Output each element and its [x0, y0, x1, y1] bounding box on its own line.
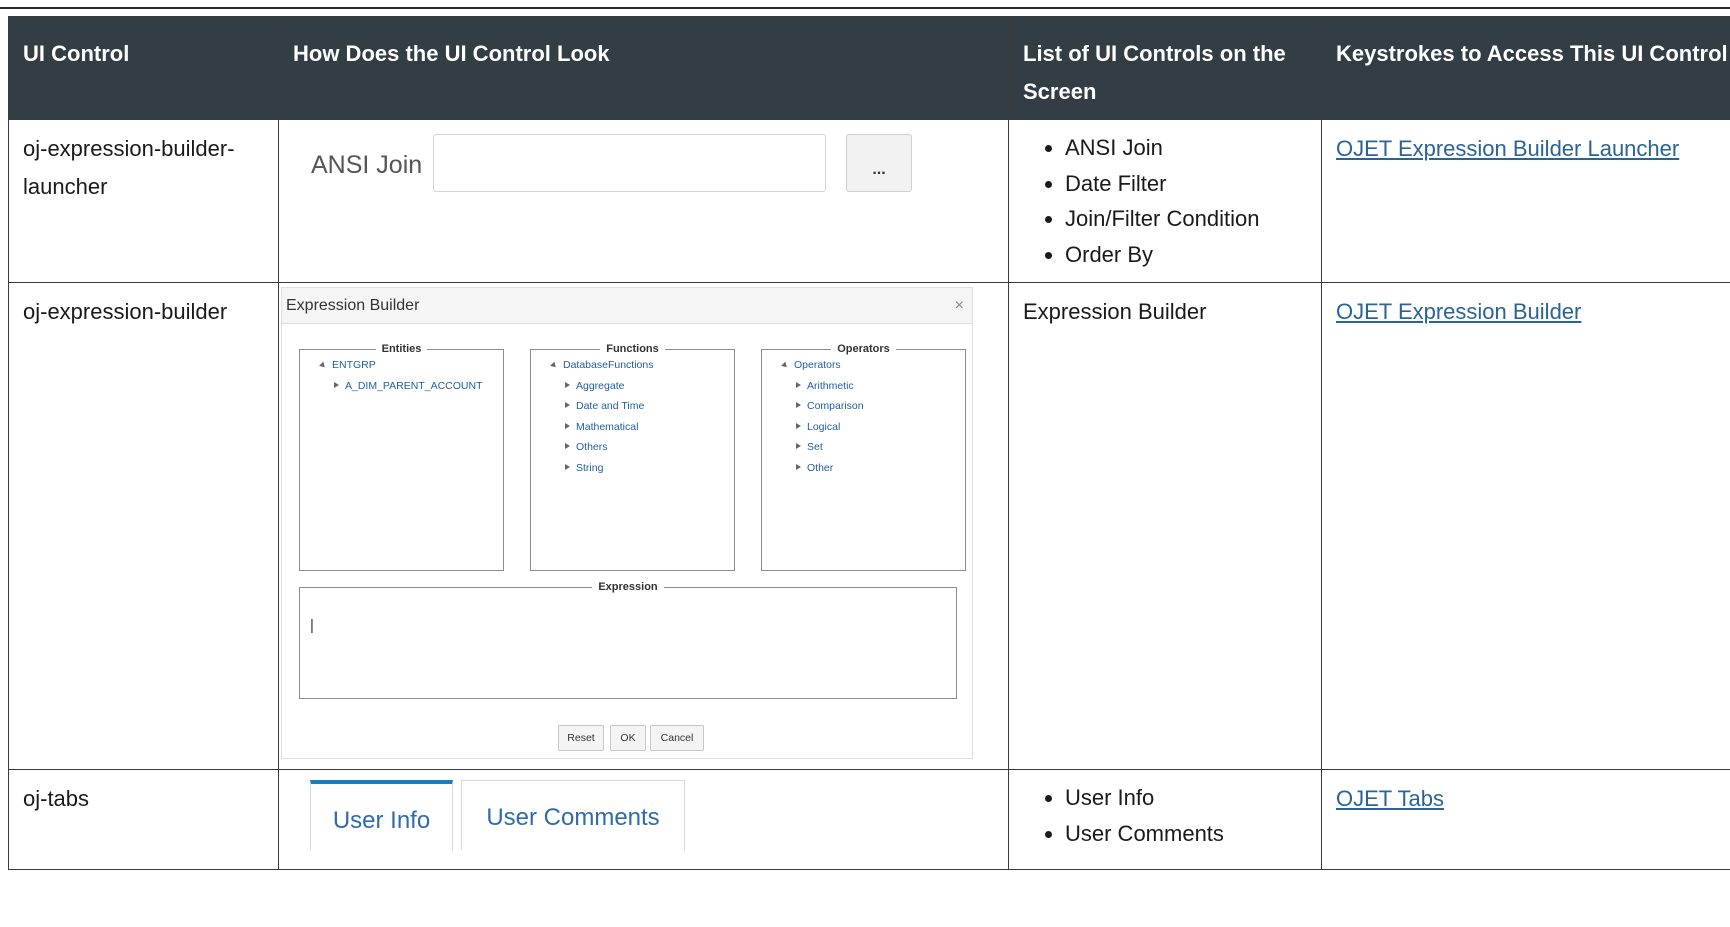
control-name: oj-tabs	[8, 769, 279, 870]
keystroke-cell: OJET Tabs	[1321, 769, 1730, 870]
entities-legend: Entities	[381, 343, 422, 355]
tab-user-info[interactable]: User Info	[310, 780, 453, 850]
keystroke-link[interactable]: OJET Expression Builder	[1336, 299, 1581, 324]
tab-user-comments[interactable]: User Comments	[461, 780, 685, 850]
collapsed-arrow-icon	[796, 402, 801, 408]
expression-builder-dialog: Expression Builder × Entities ENTGRP A_D…	[281, 287, 973, 759]
operators-tree: Operators Arithmetic Comparison Logical …	[762, 355, 965, 478]
tree-node[interactable]: Others	[531, 437, 734, 458]
list-item: ANSI Join	[1065, 130, 1307, 166]
control-list: ANSI Join Date Filter Join/Filter Condit…	[1008, 119, 1322, 283]
keystroke-cell: OJET Expression Builder Launcher	[1321, 119, 1730, 283]
tree-node[interactable]: String	[531, 458, 734, 479]
tree-node[interactable]: DatabaseFunctions	[531, 355, 734, 376]
text-cursor: |	[310, 617, 314, 634]
cancel-button[interactable]: Cancel	[650, 725, 704, 751]
top-rule	[0, 7, 1730, 9]
keystroke-cell: OJET Expression Builder	[1321, 282, 1730, 770]
control-list: Expression Builder	[1008, 282, 1322, 770]
operators-panel: Operators Operators Arithmetic Compariso…	[761, 343, 966, 571]
tree-node[interactable]: Comparison	[762, 396, 965, 417]
control-list-items: ANSI Join Date Filter Join/Filter Condit…	[1023, 130, 1307, 272]
list-item: Date Filter	[1065, 166, 1307, 202]
collapsed-arrow-icon	[796, 443, 801, 449]
functions-panel: Functions DatabaseFunctions Aggregate Da…	[530, 343, 735, 571]
launcher-input[interactable]	[433, 134, 826, 192]
tree-node[interactable]: Aggregate	[531, 376, 734, 397]
launcher-button[interactable]: ...	[846, 134, 912, 192]
collapsed-arrow-icon	[334, 381, 339, 388]
control-preview: ANSI Join ...	[278, 119, 1009, 283]
tree-node[interactable]: Date and Time	[531, 396, 734, 417]
list-item: Join/Filter Condition	[1065, 201, 1307, 237]
keystroke-link[interactable]: OJET Expression Builder Launcher	[1336, 136, 1679, 161]
collapsed-arrow-icon	[565, 443, 570, 449]
tree-node[interactable]: Mathematical	[531, 417, 734, 438]
control-preview: User Info User Comments	[278, 769, 1009, 870]
functions-legend: Functions	[606, 343, 659, 355]
tree-node[interactable]: Other	[762, 458, 965, 479]
list-item: Order By	[1065, 237, 1307, 273]
collapsed-arrow-icon	[565, 402, 570, 408]
header-keystrokes: Keystrokes to Access This UI Control	[1321, 16, 1730, 120]
collapsed-arrow-icon	[796, 381, 801, 388]
ok-button[interactable]: OK	[610, 725, 646, 751]
list-item: User Comments	[1065, 816, 1307, 852]
collapsed-arrow-icon	[565, 422, 570, 429]
launcher-label: ANSI Join	[311, 151, 423, 179]
header-look: How Does the UI Control Look	[278, 16, 1009, 120]
expanded-arrow-icon	[550, 361, 558, 370]
control-preview: Expression Builder × Entities ENTGRP A_D…	[278, 282, 1009, 770]
close-icon[interactable]: ×	[955, 288, 964, 323]
expression-legend: Expression	[598, 581, 658, 593]
ui-controls-table: UI Control How Does the UI Control Look …	[8, 16, 1730, 870]
dialog-header: Expression Builder ×	[282, 288, 972, 324]
operators-legend: Operators	[837, 343, 890, 355]
keystroke-link[interactable]: OJET Tabs	[1336, 786, 1444, 811]
entities-tree: ENTGRP A_DIM_PARENT_ACCOUNT	[300, 355, 503, 396]
table-row: oj-expression-builder Expression Builder…	[8, 282, 1730, 770]
header-row: UI Control How Does the UI Control Look …	[8, 16, 1730, 120]
collapsed-arrow-icon	[565, 463, 570, 470]
collapsed-arrow-icon	[565, 381, 570, 388]
table-row: oj-expression-builder-launcher ANSI Join…	[8, 119, 1730, 283]
entities-panel: Entities ENTGRP A_DIM_PARENT_ACCOUNT	[299, 343, 504, 571]
expanded-arrow-icon	[319, 361, 327, 370]
control-list: User Info User Comments	[1008, 769, 1322, 870]
control-list-items: User Info User Comments	[1023, 780, 1307, 851]
tabs-preview: User Info User Comments	[293, 780, 994, 852]
expanded-arrow-icon	[781, 361, 789, 370]
dialog-title: Expression Builder	[286, 297, 420, 314]
tree-node[interactable]: Operators	[762, 355, 965, 376]
control-name: oj-expression-builder	[8, 282, 279, 770]
reset-button[interactable]: Reset	[558, 725, 604, 751]
tree-node[interactable]: Arithmetic	[762, 376, 965, 397]
control-name: oj-expression-builder-launcher	[8, 119, 279, 283]
collapsed-arrow-icon	[796, 463, 801, 470]
header-list: List of UI Controls on the Screen	[1008, 16, 1322, 120]
tree-node[interactable]: ENTGRP	[300, 355, 503, 376]
tree-node[interactable]: Set	[762, 437, 965, 458]
table-row: oj-tabs User Info User Comments User Inf…	[8, 769, 1730, 870]
collapsed-arrow-icon	[796, 422, 801, 429]
header-ui-control: UI Control	[8, 16, 279, 120]
launcher-preview: ANSI Join ...	[293, 130, 994, 272]
list-item: User Info	[1065, 780, 1307, 816]
expression-panel[interactable]: Expression |	[299, 581, 957, 699]
tree-node[interactable]: A_DIM_PARENT_ACCOUNT	[300, 376, 503, 397]
functions-tree: DatabaseFunctions Aggregate Date and Tim…	[531, 355, 734, 478]
tree-node[interactable]: Logical	[762, 417, 965, 438]
